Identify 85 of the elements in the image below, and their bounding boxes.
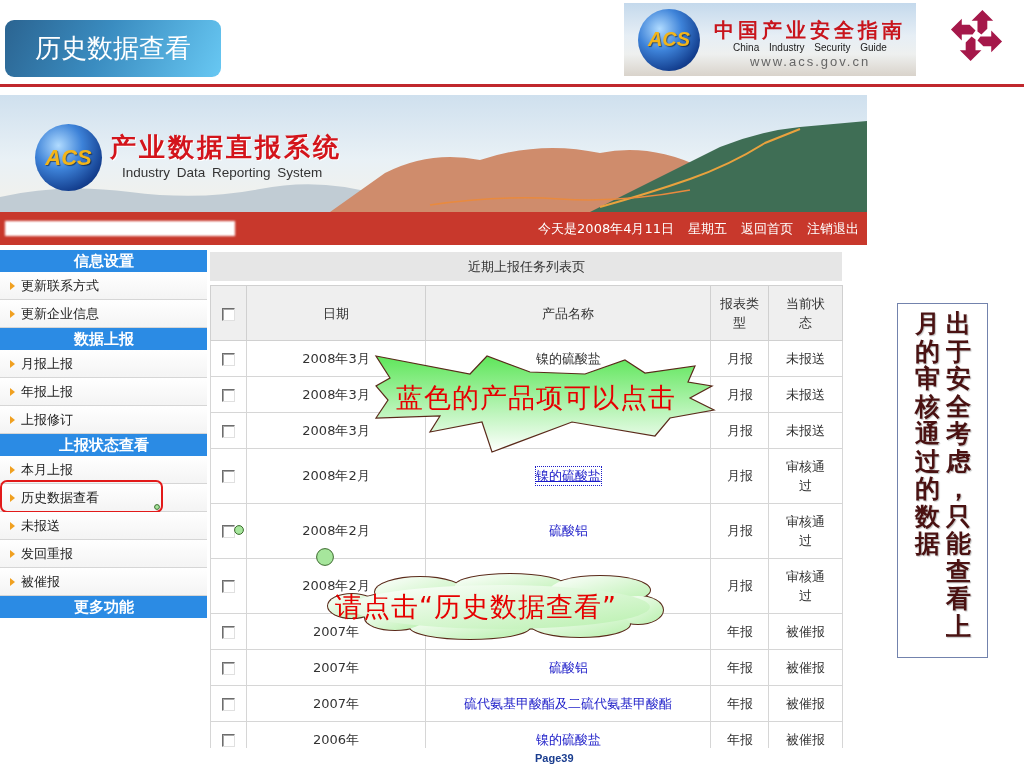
triangle-bullet-icon [10, 549, 15, 558]
status-text: 被催报 [786, 623, 825, 641]
section-header: 数据上报 [0, 328, 207, 350]
system-subtitle: Industry Data Reporting System [122, 163, 323, 182]
date-text: 2008年3月 [302, 385, 370, 404]
bubble-dot-icon [234, 525, 244, 535]
date-text: 2007年 [312, 622, 360, 641]
row-checkbox[interactable] [222, 352, 235, 366]
brand-name: 中国产业安全指南 [714, 18, 906, 42]
report-type-text: 年报 [726, 730, 753, 748]
triangle-bullet-icon [10, 359, 15, 368]
triangle-bullet-icon [10, 281, 15, 290]
report-type-text: 月报 [726, 577, 753, 596]
column-header: 当前状态 [768, 285, 843, 341]
date-text: 2008年3月 [302, 349, 370, 368]
status-text: 未报送 [786, 422, 825, 440]
bubble-dot-icon [316, 548, 334, 566]
status-text: 被催报 [786, 731, 825, 748]
date-text: 2006年 [312, 730, 360, 748]
column-header: 产品名称 [425, 285, 711, 341]
callout-text: 蓝色的产品项可以点击 [396, 386, 676, 410]
globe-logo: ACS [638, 8, 700, 71]
status-text: 审核通过 [785, 458, 826, 495]
report-type-text: 月报 [726, 522, 753, 541]
product-name: 镍的硫酸盐 [535, 349, 601, 368]
report-type-text: 年报 [726, 658, 753, 677]
date-text: 2007年 [312, 694, 360, 713]
bubble-dot-icon [154, 504, 160, 510]
table-caption: 近期上报任务列表页 [210, 252, 842, 281]
product-link[interactable]: 硫酸铝 [548, 522, 588, 541]
report-type-text: 月报 [726, 467, 753, 486]
callout-text: 请点击“历史数据查看” [335, 595, 617, 619]
triangle-bullet-icon [10, 309, 15, 318]
row-checkbox[interactable] [222, 424, 235, 438]
section-header: 信息设置 [0, 250, 207, 272]
triangle-bullet-icon [10, 493, 15, 502]
row-checkbox[interactable] [222, 525, 235, 538]
report-type-text: 年报 [726, 694, 753, 713]
date-text: 2008年3月 [302, 421, 370, 440]
system-title: 产业数据直报系统 [110, 130, 342, 164]
product-link[interactable]: 镍的硫酸盐 [535, 467, 601, 486]
status-text: 审核通过 [785, 513, 826, 550]
report-type-text: 月报 [726, 421, 753, 440]
select-all-checkbox[interactable] [222, 307, 235, 321]
date-text: 2008年2月 [302, 577, 370, 594]
row-checkbox[interactable] [222, 470, 235, 483]
report-type-text: 月报 [726, 349, 753, 368]
triangle-bullet-icon [10, 415, 15, 424]
row-checkbox[interactable] [222, 388, 235, 402]
status-text: 未报送 [786, 350, 825, 368]
globe-logo: ACS [35, 124, 102, 191]
section-header: 更多功能 [0, 596, 207, 618]
section-header: 上报状态查看 [0, 434, 207, 456]
status-text: 被催报 [786, 659, 825, 677]
brand-subtitle: China Industry Security Guide [733, 42, 887, 54]
date-text: 2008年2月 [302, 522, 370, 541]
brand-url: www.acs.gov.cn [749, 54, 871, 69]
row-checkbox[interactable] [222, 733, 235, 747]
status-text: 审核通过 [785, 568, 826, 605]
column-header: 报表类型 [710, 285, 769, 341]
triangle-bullet-icon [10, 465, 15, 474]
status-text: 被催报 [786, 695, 825, 713]
column-header: 日期 [246, 285, 426, 341]
weekday-text: 星期五 [688, 219, 727, 238]
report-type-text: 年报 [726, 622, 753, 641]
note-text: 出于安全考虑，只能查看上月的审核通过的数据 [914, 310, 971, 642]
sidebar-item[interactable]: 未报送 [0, 512, 207, 540]
row-checkbox[interactable] [222, 661, 235, 675]
row-checkbox[interactable] [222, 697, 235, 711]
date-text: 今天是2008年4月11日 [538, 219, 674, 238]
date-text: 2008年2月 [302, 467, 370, 486]
page-number: Page39 [535, 752, 574, 764]
nav-link[interactable]: 注销退出 [807, 219, 859, 238]
row-checkbox[interactable] [222, 625, 235, 639]
product-link[interactable]: 硫酸铝 [548, 658, 588, 677]
status-text: 未报送 [786, 386, 825, 404]
triangle-bullet-icon [10, 387, 15, 396]
slide-title: 历史数据查看 [5, 20, 221, 77]
triangle-bullet-icon [10, 577, 15, 586]
report-type-text: 月报 [726, 385, 753, 404]
date-text: 2007年 [312, 658, 360, 677]
triangle-bullet-icon [10, 521, 15, 530]
nav-link[interactable]: 返回首页 [741, 219, 793, 238]
product-link[interactable]: 镍的硫酸盐 [535, 730, 601, 748]
row-checkbox[interactable] [222, 580, 235, 593]
